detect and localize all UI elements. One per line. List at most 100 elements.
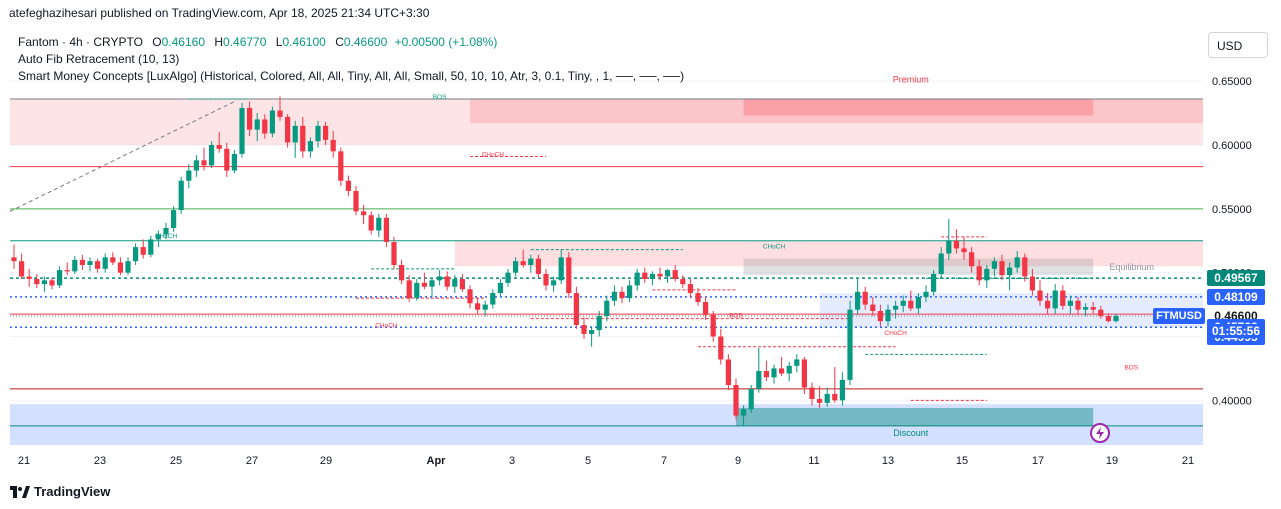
alert-bolt-icon[interactable] — [1090, 423, 1110, 443]
candle — [277, 110, 283, 117]
candle — [34, 279, 40, 285]
structure-label: CHoCH — [155, 233, 178, 240]
candle — [1052, 290, 1058, 309]
candle — [657, 273, 663, 277]
legend-symbol-row: Fantom · 4h · CRYPTO O0.46160 H0.46770 L… — [18, 35, 497, 49]
candle — [452, 279, 458, 287]
candle — [611, 291, 617, 301]
candle — [839, 379, 845, 401]
candle — [634, 272, 640, 286]
candle — [376, 217, 382, 231]
candle — [421, 282, 427, 287]
x-tick-label: 15 — [956, 455, 968, 467]
candle — [885, 309, 891, 322]
order-block-bullish — [819, 293, 1203, 328]
x-tick-label: 23 — [94, 455, 106, 467]
candle — [794, 359, 800, 366]
supply-block — [743, 99, 1094, 116]
candle — [976, 266, 982, 281]
candle — [323, 125, 329, 140]
candle — [285, 116, 291, 143]
candle — [57, 270, 63, 286]
candle — [49, 280, 55, 286]
equilibrium-zone — [743, 258, 1094, 276]
candle — [1113, 316, 1119, 322]
candle — [809, 387, 815, 400]
structure-label: BOS — [729, 312, 743, 319]
candle — [938, 253, 944, 274]
structure-label: BOS — [1124, 365, 1138, 372]
candle — [771, 368, 777, 378]
x-tick-label: 3 — [509, 455, 515, 467]
candle — [642, 272, 648, 280]
candle — [429, 280, 435, 287]
candle — [604, 300, 610, 317]
candle — [361, 211, 367, 216]
candle — [95, 261, 101, 269]
indicator-smc[interactable]: Smart Money Concepts [LuxAlgo] (Historic… — [18, 69, 684, 83]
candle — [482, 304, 488, 310]
candle — [224, 148, 230, 171]
candle — [307, 141, 313, 152]
x-tick-label: 29 — [320, 455, 332, 467]
equilibrium-label: Equilibrium — [1109, 262, 1154, 272]
candle — [573, 293, 579, 325]
candle — [695, 293, 701, 303]
low-value: 0.46100 — [282, 35, 326, 49]
x-tick-label: Apr — [427, 455, 447, 467]
candle — [505, 272, 511, 283]
tradingview-logo-icon — [10, 485, 30, 498]
x-tick-label: 17 — [1032, 455, 1044, 467]
indicator-fib[interactable]: Auto Fib Retracement (10, 13) — [18, 52, 179, 66]
candle — [596, 316, 602, 331]
publisher-line: atefeghazihesari published on TradingVie… — [9, 6, 430, 20]
tradingview-logo[interactable]: TradingView — [10, 484, 110, 499]
candle — [292, 125, 298, 143]
candle — [338, 151, 344, 181]
candle — [209, 144, 215, 166]
x-tick-label: 25 — [170, 455, 182, 467]
y-tick-label: 0.65000 — [1212, 76, 1252, 88]
x-tick-label: 5 — [585, 455, 591, 467]
candle — [558, 257, 564, 281]
close-value: 0.46600 — [343, 35, 388, 49]
candle — [1098, 309, 1104, 317]
candle — [269, 110, 275, 134]
candle — [1060, 290, 1066, 306]
open-label: O — [152, 35, 162, 49]
candle — [475, 303, 481, 310]
candle — [953, 240, 959, 249]
candle — [969, 252, 975, 267]
candle — [718, 336, 724, 360]
premium-label: Premium — [893, 74, 929, 84]
candle — [1067, 300, 1073, 306]
demand-block — [736, 407, 1094, 426]
candle — [748, 388, 754, 410]
candle — [801, 359, 807, 388]
candle — [1014, 257, 1020, 268]
close-label: C — [335, 35, 344, 49]
candle — [703, 302, 709, 315]
candle — [368, 215, 374, 231]
candle — [11, 257, 17, 262]
structure-label: CHoCH — [482, 151, 505, 158]
candle — [832, 393, 838, 401]
currency-button[interactable]: USD — [1208, 32, 1268, 58]
candle — [900, 300, 906, 306]
y-tick-label: 0.40000 — [1212, 395, 1252, 407]
candle — [817, 399, 823, 403]
candle — [672, 270, 678, 280]
symbol-info[interactable]: Fantom · 4h · CRYPTO — [18, 35, 143, 49]
candle — [1022, 257, 1028, 277]
y-tick-label: 0.55000 — [1212, 204, 1252, 216]
candle — [931, 273, 937, 292]
candle — [140, 247, 146, 255]
price-tag: 0.48109 — [1207, 288, 1265, 305]
candle — [581, 324, 587, 334]
candle — [855, 291, 861, 310]
structure-label: CHoCH — [763, 243, 786, 250]
candle — [665, 270, 671, 277]
candle — [72, 259, 78, 272]
candle — [437, 276, 443, 281]
candle — [535, 258, 541, 274]
